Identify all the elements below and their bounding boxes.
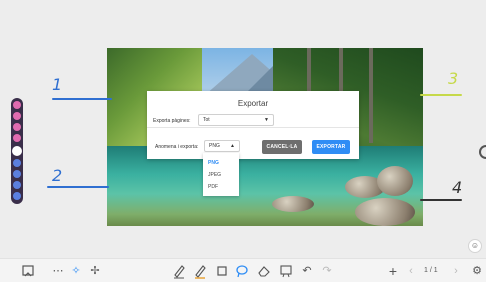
- blue-icon[interactable]: [13, 192, 21, 200]
- format-label: Anomena i exporta:: [155, 144, 199, 150]
- annotation-2[interactable]: 2: [52, 166, 62, 185]
- white-circle-icon[interactable]: [12, 146, 22, 156]
- highlighter-icon[interactable]: [193, 263, 207, 279]
- bottom-toolbar: ⋯ ✧ ✢ ↶ ↷ + ‹ 1 / 1 › ⚙: [0, 258, 486, 282]
- pages-select[interactable]: Tot ▼: [198, 114, 274, 126]
- format-option-pdf[interactable]: PDF: [208, 184, 218, 190]
- annotation-1[interactable]: 1: [52, 75, 62, 94]
- more-icon[interactable]: ⋯: [52, 263, 64, 279]
- format-select[interactable]: PNG ▲: [204, 140, 240, 152]
- next-page-icon[interactable]: ›: [450, 263, 462, 279]
- chevron-up-icon: ▲: [230, 143, 235, 149]
- dialog-title: Exportar: [237, 99, 269, 108]
- format-select-value: PNG: [209, 143, 220, 149]
- add-page-icon[interactable]: +: [386, 263, 400, 279]
- pages-select-value: Tot: [203, 117, 210, 123]
- format-option-jpeg[interactable]: JPEG: [208, 172, 221, 178]
- blue-icon[interactable]: [13, 170, 21, 178]
- prev-page-icon[interactable]: ‹: [405, 263, 417, 279]
- side-panel-handle[interactable]: [479, 145, 486, 159]
- image-tree-trunk: [369, 48, 373, 143]
- whiteboard-icon[interactable]: [21, 263, 35, 279]
- annotation-4-stroke[interactable]: [420, 199, 462, 201]
- redo-icon[interactable]: ↷: [320, 263, 334, 279]
- floating-toolbar: [11, 98, 23, 204]
- image-rock: [355, 198, 415, 226]
- annotation-3[interactable]: 3: [448, 69, 458, 88]
- blue-icon[interactable]: [13, 159, 21, 167]
- move-icon[interactable]: ✢: [88, 263, 102, 279]
- lasso-icon[interactable]: [235, 263, 249, 279]
- user-icon[interactable]: ☺: [468, 239, 482, 253]
- pink-icon[interactable]: [13, 112, 21, 120]
- image-rock: [272, 196, 314, 212]
- pen-icon[interactable]: [172, 263, 186, 279]
- undo-icon[interactable]: ↶: [300, 263, 314, 279]
- select-icon[interactable]: ✧: [69, 263, 83, 279]
- image-rock: [377, 166, 413, 196]
- cloud-board-icon[interactable]: [279, 263, 293, 279]
- eraser-icon[interactable]: [257, 263, 271, 279]
- cancel-button[interactable]: CANCEL·LA: [262, 140, 302, 154]
- format-option-png[interactable]: PNG: [208, 160, 219, 166]
- shape-icon[interactable]: [215, 263, 229, 279]
- blue-icon[interactable]: [13, 181, 21, 189]
- pink-icon[interactable]: [13, 123, 21, 131]
- export-dialog: Exportar Exporta pàgines: Tot ▼ Anomena …: [147, 91, 359, 159]
- chevron-down-icon: ▼: [264, 117, 269, 123]
- export-button[interactable]: EXPORTAR: [312, 140, 350, 154]
- page-indicator: 1 / 1: [424, 267, 438, 274]
- format-dropdown: PNG JPEG PDF: [203, 153, 239, 196]
- pages-label: Exporta pàgines:: [153, 118, 191, 124]
- pink-icon[interactable]: [13, 101, 21, 109]
- pink-icon[interactable]: [13, 134, 21, 142]
- annotation-2-stroke[interactable]: [47, 186, 109, 188]
- dialog-divider: [147, 127, 359, 128]
- annotation-1-stroke[interactable]: [52, 98, 112, 100]
- annotation-4[interactable]: 4: [452, 178, 462, 197]
- annotation-3-stroke[interactable]: [420, 94, 462, 96]
- settings-icon[interactable]: ⚙: [470, 263, 484, 279]
